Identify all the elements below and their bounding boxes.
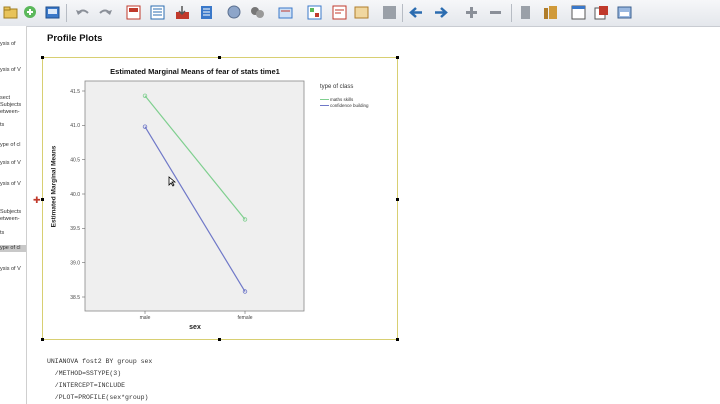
page-title: Profile Plots [47,33,103,44]
legend-title: type of class [320,84,354,90]
mouse-cursor-icon [168,176,176,187]
current-item-arrow-icon: ✚ [33,195,41,205]
resize-handle[interactable] [396,198,399,201]
toolbar-separator [66,4,67,22]
legend-swatch [320,99,329,101]
save-icon[interactable] [22,4,39,21]
syntax-line: /INTERCEPT=INCLUDE [47,382,126,389]
outline-item[interactable]: ype of cl [0,245,26,252]
x-axis-label: sex [189,324,201,331]
outline-item[interactable]: ysis of V [0,266,26,273]
syntax-line: UNIANOVA fost2 BY group sex [47,358,153,365]
collapse-icon[interactable] [487,4,504,21]
redo-icon[interactable] [97,4,114,21]
legend-label: maths skills [330,97,354,102]
delete-icon[interactable] [616,4,633,21]
export-icon[interactable] [174,4,191,21]
open-icon[interactable] [2,4,19,21]
variables-icon[interactable] [198,4,215,21]
show-icon[interactable] [517,4,534,21]
designate-window-icon[interactable] [277,4,294,21]
insert-title-icon[interactable] [353,4,370,21]
outline-item[interactable]: etween- [0,109,26,116]
resize-handle[interactable] [41,338,44,341]
goto-variable-icon[interactable] [149,4,166,21]
undo-icon[interactable] [74,4,91,21]
copy-icon[interactable] [570,4,587,21]
tree-icon[interactable] [226,4,243,21]
goto-case-icon[interactable] [125,4,142,21]
resize-handle[interactable] [396,56,399,59]
outline-item[interactable]: ts [0,122,26,129]
y-axis-label: Estimated Marginal Means [50,145,58,228]
outline-item[interactable]: sect [0,95,26,102]
expand-icon[interactable] [463,4,480,21]
outline-item[interactable]: etween- [0,216,26,223]
chart-title: Estimated Marginal Means of fear of stat… [110,67,280,76]
legend-entry: maths skills [320,97,353,102]
resize-handle[interactable] [396,338,399,341]
toolbar-separator [402,4,403,22]
hide-icon[interactable] [381,4,398,21]
legend-entry: confidence building [320,103,369,108]
outline-item[interactable]: ts [0,230,26,237]
outline-item[interactable]: ysis of V [0,181,26,188]
resize-handle[interactable] [41,198,44,201]
legend-label: confidence building [330,103,369,108]
resize-handle[interactable] [41,56,44,59]
outline-item[interactable]: ysis of [0,41,26,48]
insert-output-icon[interactable] [306,4,323,21]
syntax-block: UNIANOVA fost2 BY group sex /METHOD=SSTY… [47,356,152,404]
outline-item[interactable]: Subjects [0,102,26,109]
insert-heading-icon[interactable] [331,4,348,21]
legend-swatch [320,105,329,107]
outline-pane: ysis of ysis of Vsect Subjects etween-ts ype… [0,26,27,404]
toolbar-separator [511,4,512,22]
outline-item[interactable]: Subjects [0,209,26,216]
print-icon[interactable] [44,4,61,21]
paste-icon[interactable] [593,4,610,21]
outline-item[interactable]: ype of cl [0,142,26,149]
outline-item[interactable]: ysis of V [0,160,26,167]
use-sets-icon[interactable] [249,4,266,21]
forward-icon[interactable] [432,4,449,21]
toolbar [0,0,720,27]
outline-item[interactable]: ysis of V [0,67,26,74]
syntax-line: /PLOT=PROFILE(sex*group) [47,394,149,401]
resize-handle[interactable] [218,56,221,59]
resize-handle[interactable] [218,338,221,341]
syntax-line: /METHOD=SSTYPE(3) [47,370,122,377]
back-icon[interactable] [408,4,425,21]
cut-icon[interactable] [542,4,559,21]
